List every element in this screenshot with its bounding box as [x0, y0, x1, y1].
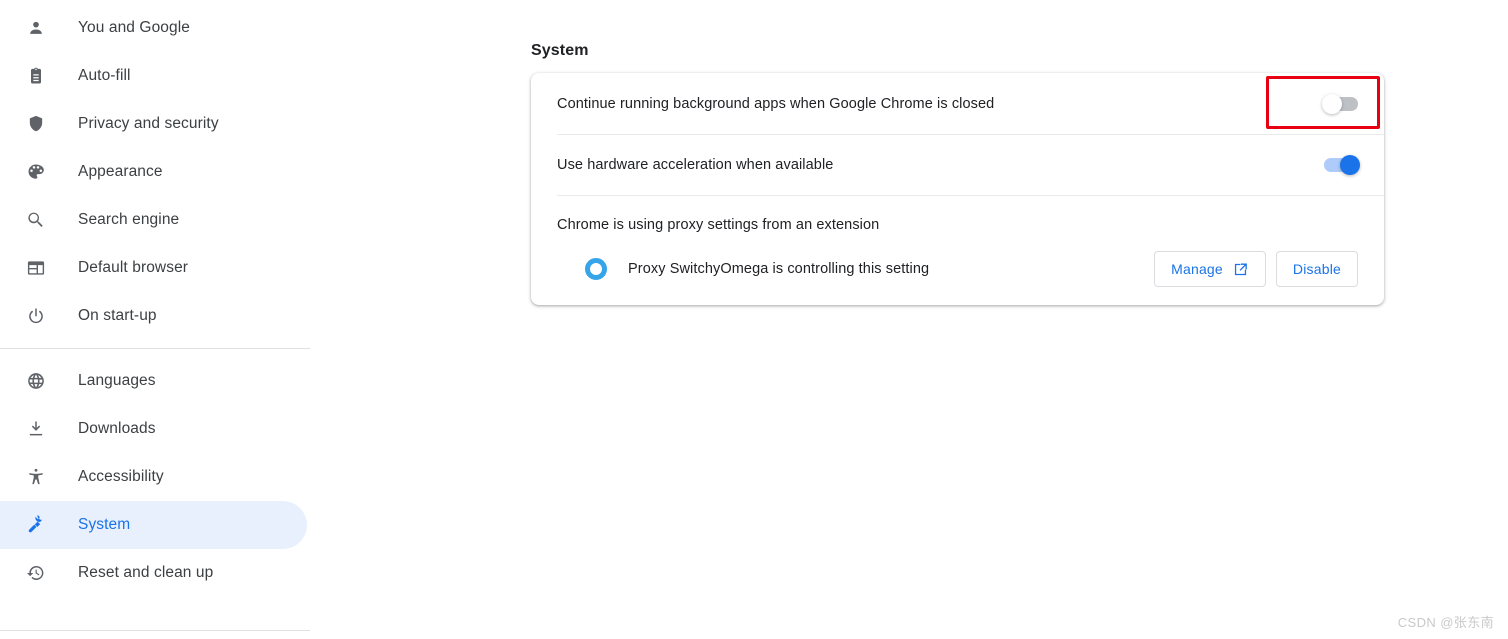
palette-icon [26, 162, 46, 182]
sidebar-item-accessibility[interactable]: Accessibility [0, 453, 307, 501]
sidebar-item-search-engine[interactable]: Search engine [0, 196, 307, 244]
sidebar-item-auto-fill[interactable]: Auto-fill [0, 52, 307, 100]
disable-button[interactable]: Disable [1275, 251, 1358, 287]
sidebar-item-reset-and-clean-up[interactable]: Reset and clean up [0, 549, 307, 597]
proxy-extension-text: Proxy SwitchyOmega is controlling this s… [628, 261, 930, 277]
settings-main-content: System Continue running background apps … [330, 0, 1508, 639]
sidebar-item-downloads[interactable]: Downloads [0, 405, 307, 453]
manage-button[interactable]: Manage [1154, 251, 1266, 287]
sidebar-item-languages[interactable]: Languages [0, 357, 307, 405]
sidebar-item-label: System [78, 516, 131, 533]
sidebar-item-label: Privacy and security [78, 115, 219, 132]
sidebar-divider-bottom [0, 630, 310, 631]
wrench-icon [26, 515, 46, 535]
chrome-settings-page: You and Google Auto-fill Privacy and sec… [0, 0, 1508, 639]
toggle-wrap [1324, 154, 1360, 175]
background-apps-toggle[interactable] [1322, 93, 1358, 114]
sidebar-item-on-start-up[interactable]: On start-up [0, 292, 307, 340]
person-icon [26, 18, 46, 38]
sidebar-group-advanced: Languages Downloads Accessibility System [0, 357, 330, 597]
sidebar-item-appearance[interactable]: Appearance [0, 148, 307, 196]
setting-row-hardware-acceleration: Use hardware acceleration when available [531, 134, 1384, 195]
sidebar-item-label: Accessibility [78, 468, 164, 485]
sidebar-item-label: Downloads [78, 420, 156, 437]
setting-row-proxy: Chrome is using proxy settings from an e… [531, 195, 1384, 305]
switchyomega-ring-icon [585, 258, 607, 280]
sidebar-item-label: On start-up [78, 307, 157, 324]
watermark: CSDN @张东南 [1397, 615, 1494, 630]
page-title: System [531, 41, 589, 59]
sidebar-item-default-browser[interactable]: Default browser [0, 244, 307, 292]
sidebar-item-system[interactable]: System [0, 501, 307, 549]
toggle-knob [1340, 154, 1360, 175]
globe-icon [26, 371, 46, 391]
browser-window-icon [26, 258, 46, 278]
toggle-knob [1322, 93, 1342, 114]
sidebar-group-primary: You and Google Auto-fill Privacy and sec… [0, 4, 330, 340]
sidebar-item-label: Auto-fill [78, 67, 131, 84]
setting-row-background-apps: Continue running background apps when Go… [531, 73, 1384, 134]
sidebar-item-label: Appearance [78, 163, 163, 180]
sidebar-item-privacy-and-security[interactable]: Privacy and security [0, 100, 307, 148]
sidebar-divider [0, 348, 310, 349]
shield-icon [26, 114, 46, 134]
power-icon [26, 306, 46, 326]
manage-button-label: Manage [1171, 261, 1223, 277]
proxy-heading: Chrome is using proxy settings from an e… [557, 217, 880, 233]
setting-label: Use hardware acceleration when available [557, 156, 834, 173]
toggle-wrap [1322, 93, 1358, 114]
disable-button-label: Disable [1292, 261, 1341, 277]
download-icon [26, 419, 46, 439]
setting-label: Continue running background apps when Go… [557, 95, 995, 112]
system-settings-card: Continue running background apps when Go… [531, 73, 1384, 305]
sidebar-item-label: Default browser [78, 259, 189, 276]
hardware-acceleration-toggle[interactable] [1324, 154, 1360, 175]
settings-sidebar: You and Google Auto-fill Privacy and sec… [0, 0, 330, 639]
history-restore-icon [26, 563, 46, 583]
external-link-icon [1232, 261, 1249, 278]
sidebar-item-label: Search engine [78, 211, 180, 228]
sidebar-item-you-and-google[interactable]: You and Google [0, 4, 307, 52]
accessibility-icon [26, 467, 46, 487]
proxy-extension-detail: Proxy SwitchyOmega is controlling this s… [557, 237, 1358, 287]
search-icon [26, 210, 46, 230]
sidebar-item-label: You and Google [78, 19, 191, 36]
sidebar-item-label: Languages [78, 372, 156, 389]
sidebar-item-label: Reset and clean up [78, 564, 214, 581]
clipboard-icon [26, 66, 46, 86]
